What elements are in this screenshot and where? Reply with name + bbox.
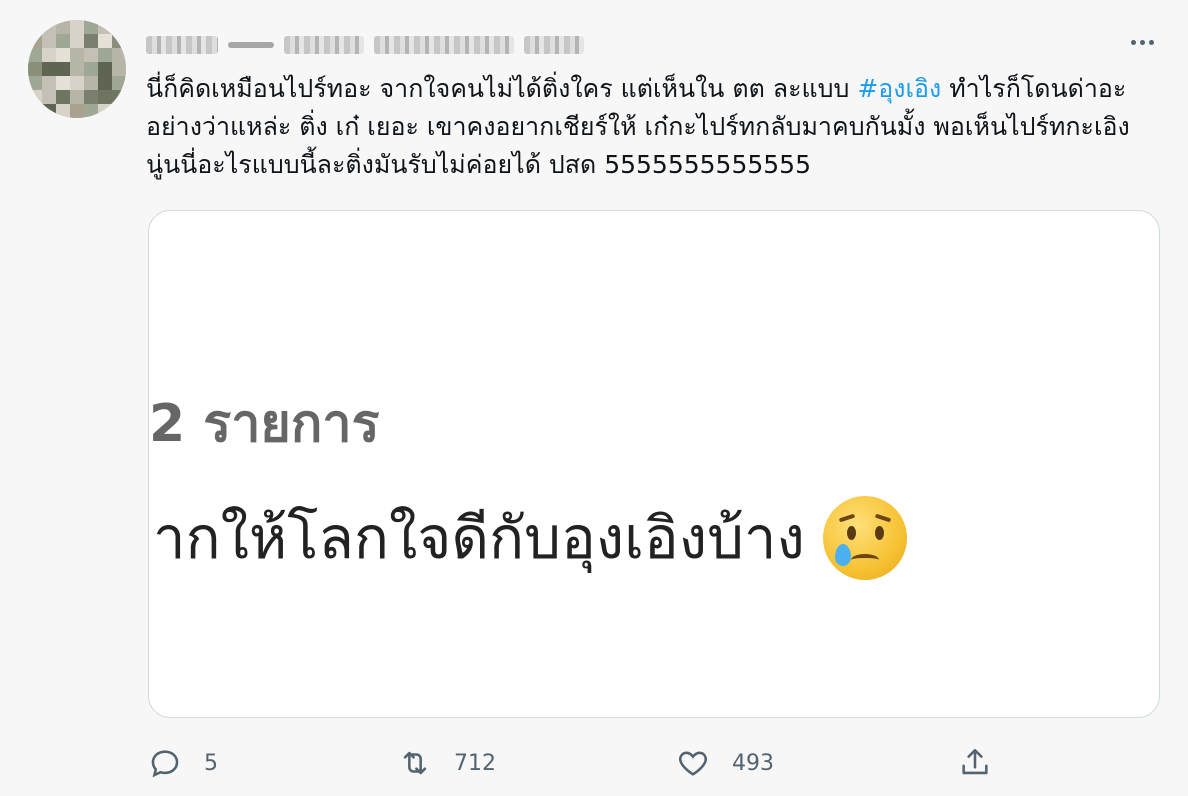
crying-face-emoji-icon — [822, 495, 907, 580]
like-button[interactable]: 493 — [676, 740, 774, 786]
tweet-text-part: นี่ก็คิดเหมือนไปร์ทอะ จากใจคนไม่ได้ติ่งใ… — [146, 74, 858, 103]
tweet: นี่ก็คิดเหมือนไปร์ทอะ จากใจคนไม่ได้ติ่งใ… — [0, 0, 1188, 796]
reply-icon — [151, 750, 179, 778]
author-header-redacted — [146, 28, 584, 62]
hashtag-link[interactable]: #อุงเอิง — [857, 74, 941, 103]
redacted-username — [374, 36, 514, 54]
media-caption-row: ยากให้โลกใจดีกับอุงเอิงบ้าง — [148, 491, 907, 584]
retweet-icon — [403, 751, 427, 775]
media-text-line: ยากให้โลกใจดีกับอุงเอิงบ้าง — [148, 504, 805, 572]
like-count: 493 — [732, 750, 774, 776]
heart-icon — [679, 751, 707, 776]
media-text-line: 2 รายการ — [149, 394, 380, 454]
retweet-button[interactable]: 712 — [398, 740, 496, 786]
tweet-actions: 5 712 493 — [146, 740, 1006, 786]
share-button[interactable] — [958, 740, 992, 786]
reply-button[interactable]: 5 — [148, 740, 218, 786]
redacted-handle — [284, 36, 364, 54]
redacted-name — [146, 36, 218, 54]
avatar[interactable] — [28, 20, 126, 118]
reply-count: 5 — [204, 750, 218, 776]
redacted-separator — [228, 42, 274, 48]
share-icon — [962, 748, 988, 775]
tweet-text: นี่ก็คิดเหมือนไปร์ทอะ จากใจคนไม่ได้ติ่งใ… — [146, 70, 1156, 184]
media-image[interactable]: 2 รายการ ยากให้โลกใจดีกับอุงเอิงบ้าง — [148, 210, 1160, 718]
redacted-date — [524, 36, 584, 54]
retweet-count: 712 — [454, 750, 496, 776]
more-options-icon[interactable] — [1126, 34, 1158, 50]
